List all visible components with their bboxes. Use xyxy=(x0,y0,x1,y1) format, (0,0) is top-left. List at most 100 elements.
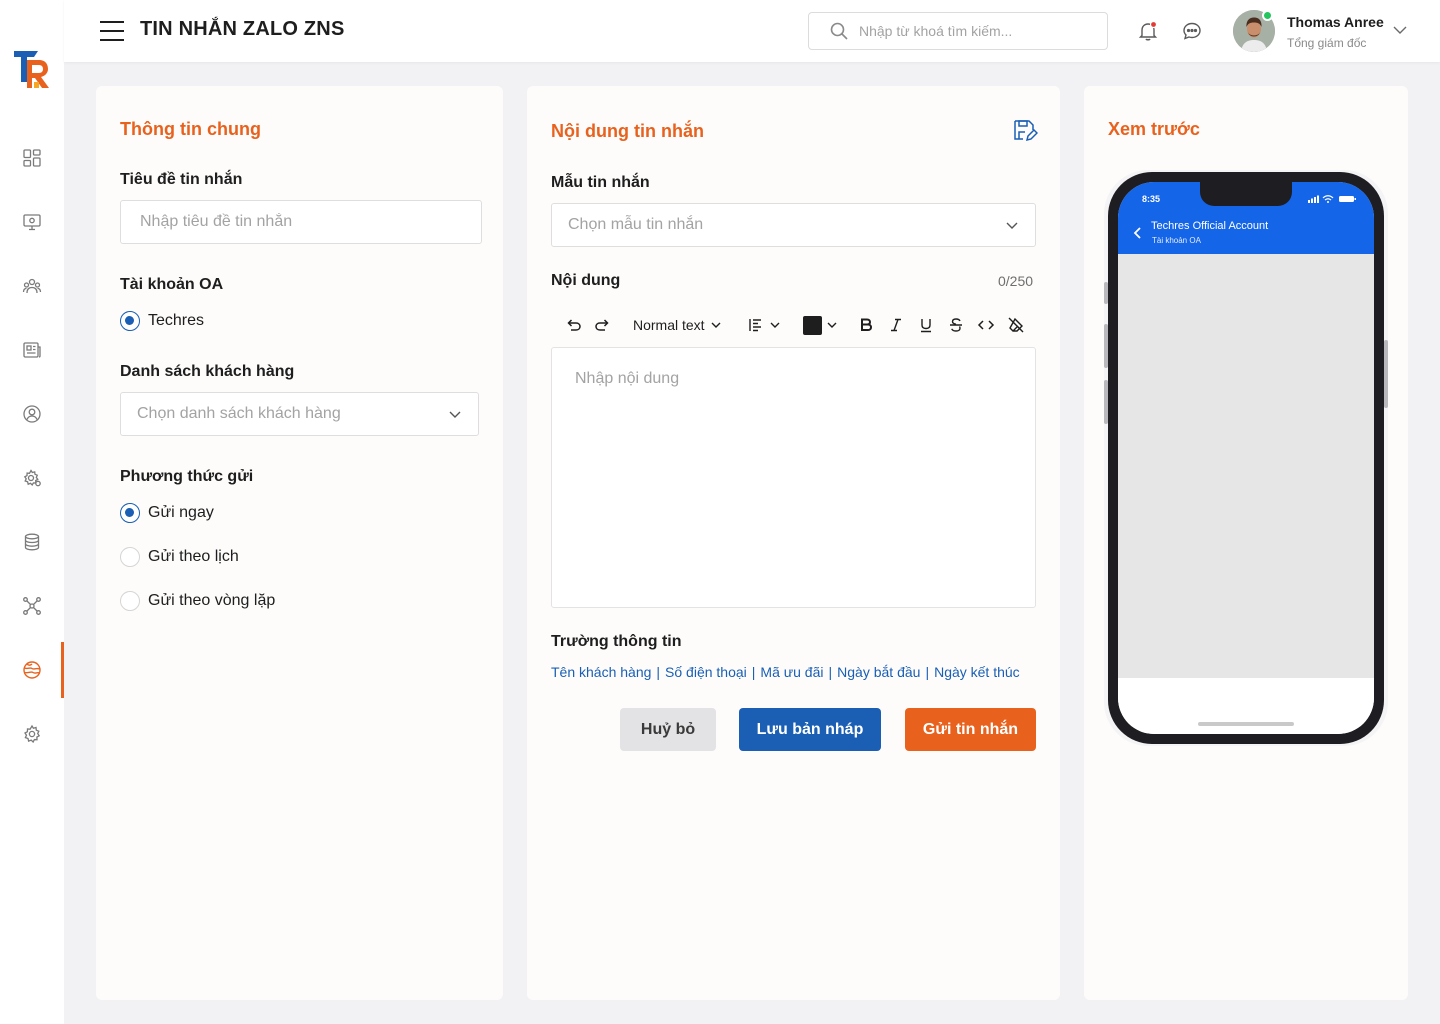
oa-account-name: Techres Official Account xyxy=(1151,220,1269,232)
phone-mockup: 8:35 Techres Official Account Tài khoản … xyxy=(1104,170,1388,746)
bold-button[interactable] xyxy=(857,310,875,340)
user-circle-icon xyxy=(23,405,41,423)
general-info-title: Thông tin chung xyxy=(120,119,261,139)
field-separator: | xyxy=(751,664,756,680)
settings-icon xyxy=(24,724,41,744)
field-link-customer-name[interactable]: Tên khách hàng xyxy=(551,664,651,680)
sidebar xyxy=(0,0,64,1024)
chat-icon[interactable] xyxy=(1181,20,1203,42)
character-counter: 0/250 xyxy=(998,273,1034,289)
phone-screen: 8:35 Techres Official Account Tài khoản … xyxy=(1118,182,1374,734)
radio-checked[interactable] xyxy=(120,503,140,523)
italic-button[interactable] xyxy=(887,310,905,340)
sidebar-item-team[interactable] xyxy=(0,258,64,314)
text-color-dropdown[interactable] xyxy=(803,310,838,340)
redo-button[interactable] xyxy=(594,310,612,340)
sidebar-item-dashboard[interactable] xyxy=(0,130,64,186)
settings-gear-icon xyxy=(23,469,41,487)
info-fields-label: Trường thông tin xyxy=(551,633,682,650)
monitor-icon xyxy=(23,214,41,231)
back-arrow-icon[interactable] xyxy=(1132,226,1144,240)
field-separator: | xyxy=(925,664,930,680)
sidebar-item-users[interactable] xyxy=(0,386,64,442)
sidebar-item-network[interactable] xyxy=(0,578,64,634)
body-label: Nội dung xyxy=(551,272,621,289)
field-link-phone[interactable]: Số điện thoại xyxy=(665,664,747,680)
sidebar-item-marketing[interactable] xyxy=(0,642,64,698)
strikethrough-icon xyxy=(950,318,962,332)
team-icon xyxy=(22,278,42,294)
italic-icon xyxy=(891,318,901,332)
search-icon xyxy=(830,22,848,40)
subject-input[interactable] xyxy=(120,200,482,244)
search-box[interactable] xyxy=(808,12,1108,50)
online-status-dot xyxy=(1262,10,1273,21)
clear-format-button[interactable] xyxy=(1007,310,1025,340)
chevron-down-icon xyxy=(449,411,461,418)
radio-unchecked[interactable] xyxy=(120,547,140,567)
method-radio-now[interactable]: Gửi ngay xyxy=(120,503,214,523)
text-color-swatch xyxy=(803,315,822,335)
message-content-card: Nội dung tin nhắn Mẫu tin nhắn Chọn mẫu … xyxy=(527,86,1060,1000)
send-method-label: Phương thức gửi xyxy=(120,468,254,485)
cancel-button[interactable]: Huỷ bỏ xyxy=(620,708,716,751)
customer-list-select[interactable]: Chọn danh sách khách hàng xyxy=(120,392,479,436)
oa-radio-techres[interactable]: Techres xyxy=(120,311,204,331)
phone-time: 8:35 xyxy=(1142,194,1161,204)
techres-logo[interactable] xyxy=(12,48,52,90)
field-link-start-date[interactable]: Ngày bắt đầu xyxy=(837,664,920,680)
code-button[interactable] xyxy=(977,310,995,340)
undo-button[interactable] xyxy=(564,310,582,340)
radio-checked[interactable] xyxy=(120,311,140,331)
field-link-promo-code[interactable]: Mã ưu đãi xyxy=(760,664,823,680)
undo-icon xyxy=(567,319,581,331)
user-role: Tổng giám đốc xyxy=(1287,36,1367,50)
oa-option-label: Techres xyxy=(148,312,205,329)
field-separator: | xyxy=(656,664,661,680)
dashboard-icon xyxy=(23,149,41,167)
bold-icon xyxy=(861,318,873,331)
sidebar-item-database[interactable] xyxy=(0,514,64,570)
save-template-icon[interactable] xyxy=(1012,118,1038,144)
sidebar-item-settings[interactable] xyxy=(0,706,64,762)
search-input[interactable] xyxy=(859,23,1089,39)
message-body-textarea[interactable] xyxy=(551,347,1036,608)
save-draft-button[interactable]: Lưu bản nháp xyxy=(739,708,881,751)
phone-power-button xyxy=(1384,340,1388,408)
customer-list-label: Danh sách khách hàng xyxy=(120,363,295,380)
method-radio-schedule[interactable]: Gửi theo lịch xyxy=(120,547,239,567)
template-label: Mẫu tin nhắn xyxy=(551,174,650,191)
template-select[interactable]: Chọn mẫu tin nhắn xyxy=(551,203,1036,247)
text-style-dropdown[interactable]: Normal text xyxy=(633,310,722,340)
sidebar-item-news[interactable] xyxy=(0,322,64,378)
field-separator: | xyxy=(828,664,833,680)
chevron-down-icon[interactable] xyxy=(1392,22,1408,38)
code-icon xyxy=(977,320,995,330)
general-info-card: Thông tin chung Tiêu đề tin nhắn Tài kho… xyxy=(96,86,503,1000)
sidebar-item-monitor[interactable] xyxy=(0,194,64,250)
page-title: TIN NHẮN ZALO ZNS xyxy=(140,18,345,40)
preview-card: Xem trước 8:35 Techres Official Account … xyxy=(1084,86,1408,1000)
template-placeholder: Chọn mẫu tin nhắn xyxy=(568,216,704,233)
method-label: Gửi ngay xyxy=(148,504,214,521)
send-message-button[interactable]: Gửi tin nhắn xyxy=(905,708,1036,751)
field-link-end-date[interactable]: Ngày kết thúc xyxy=(934,664,1020,680)
method-label: Gửi theo vòng lặp xyxy=(148,592,276,609)
info-fields-list: Tên khách hàng | Số điện thoại | Mã ưu đãi | N… xyxy=(551,664,1020,680)
sidebar-item-system[interactable] xyxy=(0,450,64,506)
customer-list-placeholder: Chọn danh sách khách hàng xyxy=(137,405,341,422)
network-icon xyxy=(23,597,41,615)
preview-title: Xem trước xyxy=(1108,119,1200,139)
menu-icon[interactable] xyxy=(100,20,124,42)
strikethrough-button[interactable] xyxy=(947,310,965,340)
notification-bell-icon[interactable] xyxy=(1137,20,1159,42)
redo-icon xyxy=(595,319,609,331)
text-style-label: Normal text xyxy=(633,317,705,333)
oa-account-subtitle: Tài khoản OA xyxy=(1152,236,1201,245)
align-dropdown[interactable] xyxy=(747,310,781,340)
clear-format-icon xyxy=(1008,317,1024,333)
underline-button[interactable] xyxy=(917,310,935,340)
user-name: Thomas Anree xyxy=(1287,14,1384,30)
radio-unchecked[interactable] xyxy=(120,591,140,611)
method-radio-loop[interactable]: Gửi theo vòng lặp xyxy=(120,591,275,611)
